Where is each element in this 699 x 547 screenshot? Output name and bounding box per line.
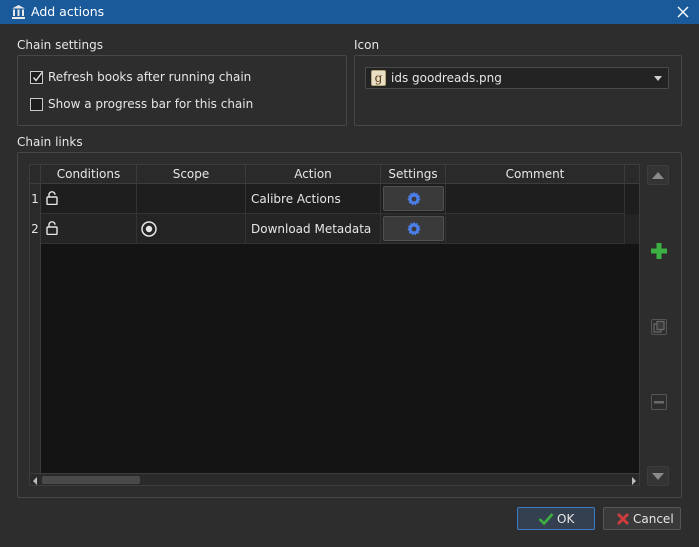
unlock-icon[interactable]: [46, 191, 58, 205]
chain-settings-label: Chain settings: [17, 38, 103, 52]
check-icon: [32, 71, 43, 82]
gear-icon: [407, 221, 421, 236]
cancel-icon: [617, 513, 629, 525]
add-button[interactable]: [647, 240, 669, 260]
scope-cell[interactable]: [137, 184, 246, 214]
goodreads-icon: g: [371, 70, 386, 86]
row-number-filler: [30, 244, 41, 473]
horizontal-scrollbar[interactable]: [30, 473, 639, 485]
refresh-books-checkbox[interactable]: Refresh books after running chain: [30, 70, 251, 84]
icon-group: [354, 55, 682, 126]
remove-button[interactable]: [647, 391, 669, 411]
chain-links-table[interactable]: Conditions Scope Action Settings Comment…: [29, 164, 640, 486]
scroll-left-icon[interactable]: [33, 477, 37, 485]
action-text: Calibre Actions: [251, 192, 341, 206]
comment-cell[interactable]: [446, 214, 625, 244]
refresh-books-label: Refresh books after running chain: [48, 70, 252, 84]
library-icon: [12, 5, 25, 19]
conditions-cell[interactable]: [41, 214, 137, 244]
checkmark-icon: [538, 513, 554, 526]
corner-header: [30, 165, 41, 184]
column-header-conditions[interactable]: Conditions: [41, 165, 137, 184]
row-number[interactable]: 1: [30, 184, 41, 214]
action-cell[interactable]: Download Metadata: [246, 214, 381, 244]
ok-label: OK: [557, 512, 575, 526]
progress-bar-checkbox[interactable]: Show a progress bar for this chain: [30, 97, 253, 111]
chevron-down-icon[interactable]: [654, 76, 662, 81]
progress-bar-label: Show a progress bar for this chain: [48, 97, 254, 111]
copy-button[interactable]: [647, 316, 669, 336]
checkbox-checked[interactable]: [30, 70, 43, 84]
chain-links-label: Chain links: [17, 135, 83, 149]
remove-icon: [651, 394, 667, 410]
target-icon[interactable]: [140, 220, 158, 238]
table-row[interactable]: Calibre Actions: [41, 184, 639, 214]
table-row[interactable]: Download Metadata: [41, 214, 639, 244]
column-header-comment[interactable]: Comment: [446, 165, 625, 184]
move-up-button[interactable]: [647, 165, 669, 185]
move-up-icon: [652, 172, 664, 179]
close-icon[interactable]: [673, 2, 693, 22]
column-header-action[interactable]: Action: [246, 165, 381, 184]
action-text: Download Metadata: [251, 222, 372, 236]
settings-button[interactable]: [383, 186, 444, 211]
icon-label: Icon: [354, 38, 380, 52]
icon-dropdown-value: ids goodreads.png: [391, 71, 502, 85]
checkbox-unchecked[interactable]: [30, 97, 43, 111]
window-title: Add actions: [31, 4, 105, 19]
chain-settings-group: [17, 55, 347, 126]
comment-cell[interactable]: [446, 184, 625, 214]
copy-icon: [651, 319, 667, 335]
settings-button[interactable]: [383, 216, 444, 241]
cancel-label: Cancel: [633, 512, 674, 526]
header-filler: [625, 165, 639, 184]
column-header-settings[interactable]: Settings: [381, 165, 446, 184]
scrollbar-thumb[interactable]: [42, 476, 140, 484]
move-down-icon: [652, 473, 664, 480]
title-bar: Add actions: [0, 0, 699, 24]
scope-cell[interactable]: [137, 214, 246, 244]
conditions-cell[interactable]: [41, 184, 137, 214]
settings-cell[interactable]: [381, 184, 446, 214]
settings-cell[interactable]: [381, 214, 446, 244]
unlock-icon[interactable]: [46, 221, 58, 235]
icon-dropdown[interactable]: g ids goodreads.png: [365, 67, 669, 89]
gear-icon: [407, 191, 421, 206]
scroll-right-icon[interactable]: [632, 477, 636, 485]
add-icon: [651, 243, 667, 259]
ok-button[interactable]: OK: [517, 507, 595, 530]
column-header-scope[interactable]: Scope: [137, 165, 246, 184]
move-down-button[interactable]: [647, 466, 669, 486]
row-number[interactable]: 2: [30, 214, 41, 244]
action-cell[interactable]: Calibre Actions: [246, 184, 381, 214]
cancel-button[interactable]: Cancel: [603, 507, 681, 530]
